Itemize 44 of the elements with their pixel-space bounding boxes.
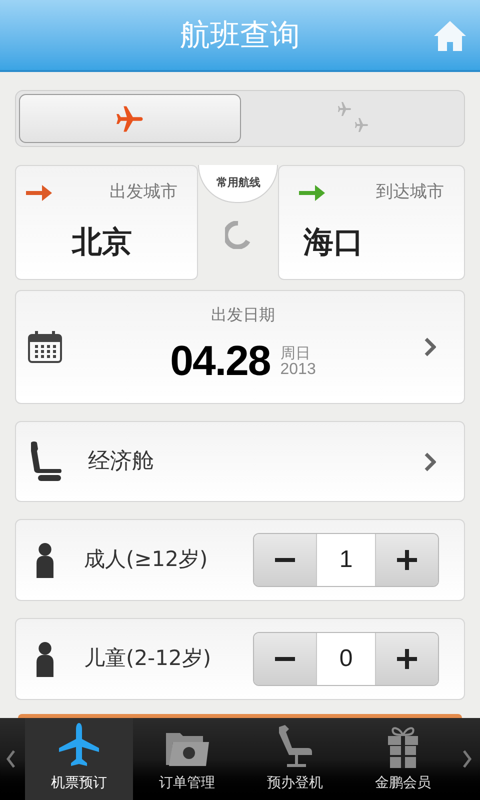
arrow-icon [26,184,52,202]
minus-icon [275,558,295,562]
date-value: 04.28 [170,336,270,386]
cabin-row[interactable]: 经济舱 [15,421,465,502]
seat-icon [277,725,313,769]
minus-button[interactable] [254,534,316,586]
seat-icon [28,440,62,482]
arrival-label: 到达城市 [376,181,444,204]
page-title: 航班查询 [180,16,300,54]
arrow-icon [299,184,326,202]
person-icon [34,542,56,578]
chevron-icon [424,452,436,472]
minus-button[interactable] [254,633,316,685]
common-routes-button[interactable]: 常用航线 [198,165,278,203]
airplane-icon [59,723,99,769]
nav-tab[interactable]: 机票预订 [25,718,133,800]
minus-icon [275,657,295,661]
person-icon [34,641,56,677]
arrival-city: 海口 [303,224,364,262]
year: 2013 [280,361,316,380]
plus-button[interactable] [376,633,438,685]
nav-tab[interactable]: 金鹏会员 [349,718,457,800]
departure-label: 出发城市 [109,181,178,204]
gift-icon [387,725,419,769]
plus-icon [397,550,417,570]
chevron-right-icon[interactable] [462,750,472,768]
plus-button[interactable] [376,534,438,586]
nav-tab[interactable]: 预办登机 [241,718,349,800]
passenger-count: 1 [316,534,376,586]
calendar-icon [28,331,62,363]
passenger-type: 儿童(2-12岁) [84,645,212,672]
date-label: 出发日期 [211,304,275,326]
departure-city: 北京 [72,224,133,262]
passenger-count: 0 [316,633,376,685]
departure-card[interactable]: 出发城市 北京 [15,165,198,280]
trip-type-tab[interactable] [19,94,241,143]
chevron-left-icon[interactable] [6,750,16,768]
weekday: 周日 [280,344,312,362]
passenger-type: 成人(≥12岁) [84,546,209,574]
chevron-icon [424,337,436,357]
cabin-class: 经济舱 [88,448,155,476]
arrival-card[interactable]: 到达城市 海口 [278,165,465,280]
plus-icon [397,649,417,669]
nav-tab[interactable]: 订单管理 [133,718,241,800]
